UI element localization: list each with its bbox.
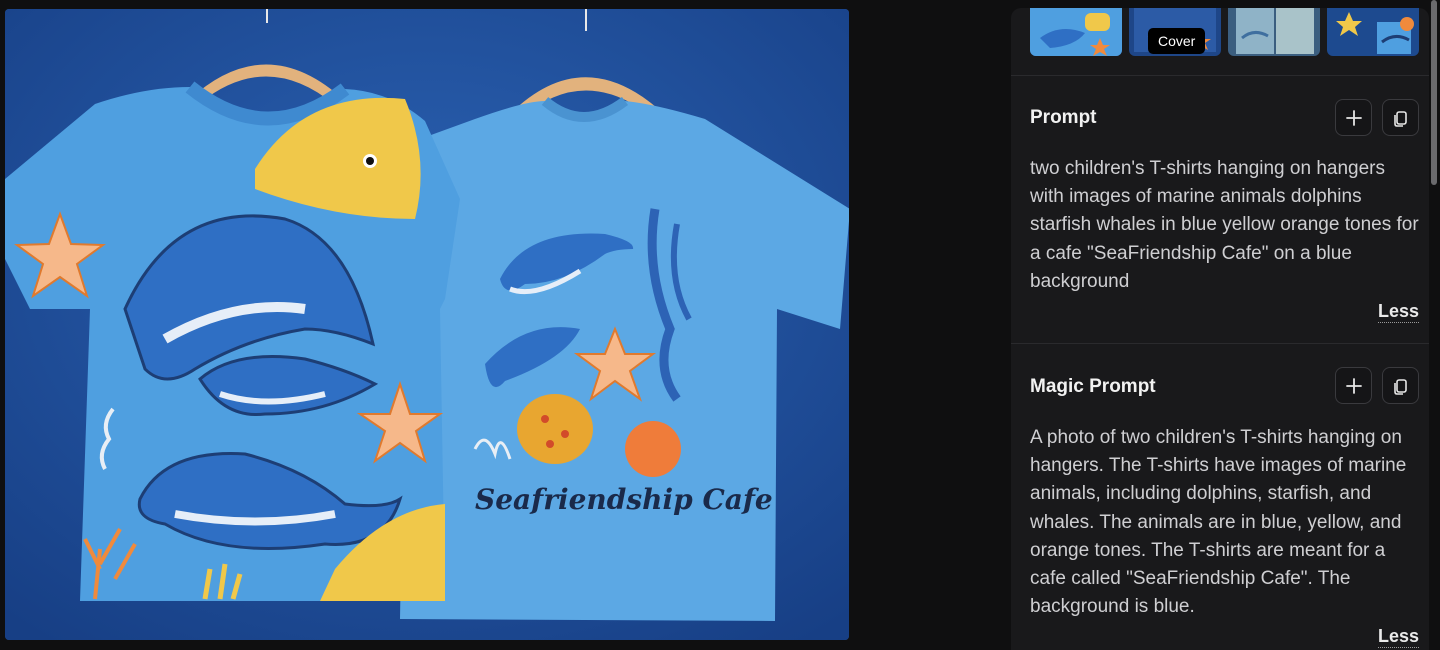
thumbnail-4-image bbox=[1327, 8, 1419, 56]
thumbnail-strip bbox=[1030, 8, 1422, 56]
divider bbox=[1011, 75, 1429, 76]
prompt-less-link[interactable]: Less bbox=[1377, 300, 1419, 323]
copy-icon bbox=[1393, 110, 1407, 127]
thumbnail-4[interactable] bbox=[1327, 8, 1419, 56]
thumbnail-1[interactable] bbox=[1030, 8, 1122, 56]
copy-icon bbox=[1393, 378, 1407, 395]
generated-image[interactable]: Seafriendship Cafe bbox=[5, 9, 849, 640]
details-panel: Cover Prompt two children's T-shirts han… bbox=[1011, 8, 1429, 650]
plus-icon bbox=[1345, 377, 1362, 394]
thumbnail-3[interactable] bbox=[1228, 8, 1320, 56]
magic-prompt-text: A photo of two children's T-shirts hangi… bbox=[1030, 427, 1407, 618]
thumbnail-1-image bbox=[1030, 8, 1122, 56]
magic-prompt-less-link[interactable]: Less bbox=[1377, 625, 1419, 648]
divider bbox=[1011, 343, 1429, 344]
add-magic-prompt-button[interactable] bbox=[1335, 367, 1372, 404]
thumbnail-3-image bbox=[1228, 8, 1320, 56]
tshirts-photo: Seafriendship Cafe bbox=[5, 9, 849, 640]
prompt-title: Prompt bbox=[1030, 107, 1097, 128]
copy-prompt-button[interactable] bbox=[1382, 99, 1419, 136]
magic-prompt-title: Magic Prompt bbox=[1030, 376, 1156, 397]
add-prompt-button[interactable] bbox=[1335, 99, 1372, 136]
shirt-print-text: Seafriendship Cafe bbox=[475, 483, 773, 516]
prompt-text: two children's T-shirts hanging on hange… bbox=[1030, 158, 1419, 292]
cover-tooltip: Cover bbox=[1148, 28, 1206, 54]
copy-magic-prompt-button[interactable] bbox=[1382, 367, 1419, 404]
plus-icon bbox=[1345, 109, 1362, 126]
panel-scrollbar[interactable] bbox=[1431, 0, 1437, 185]
